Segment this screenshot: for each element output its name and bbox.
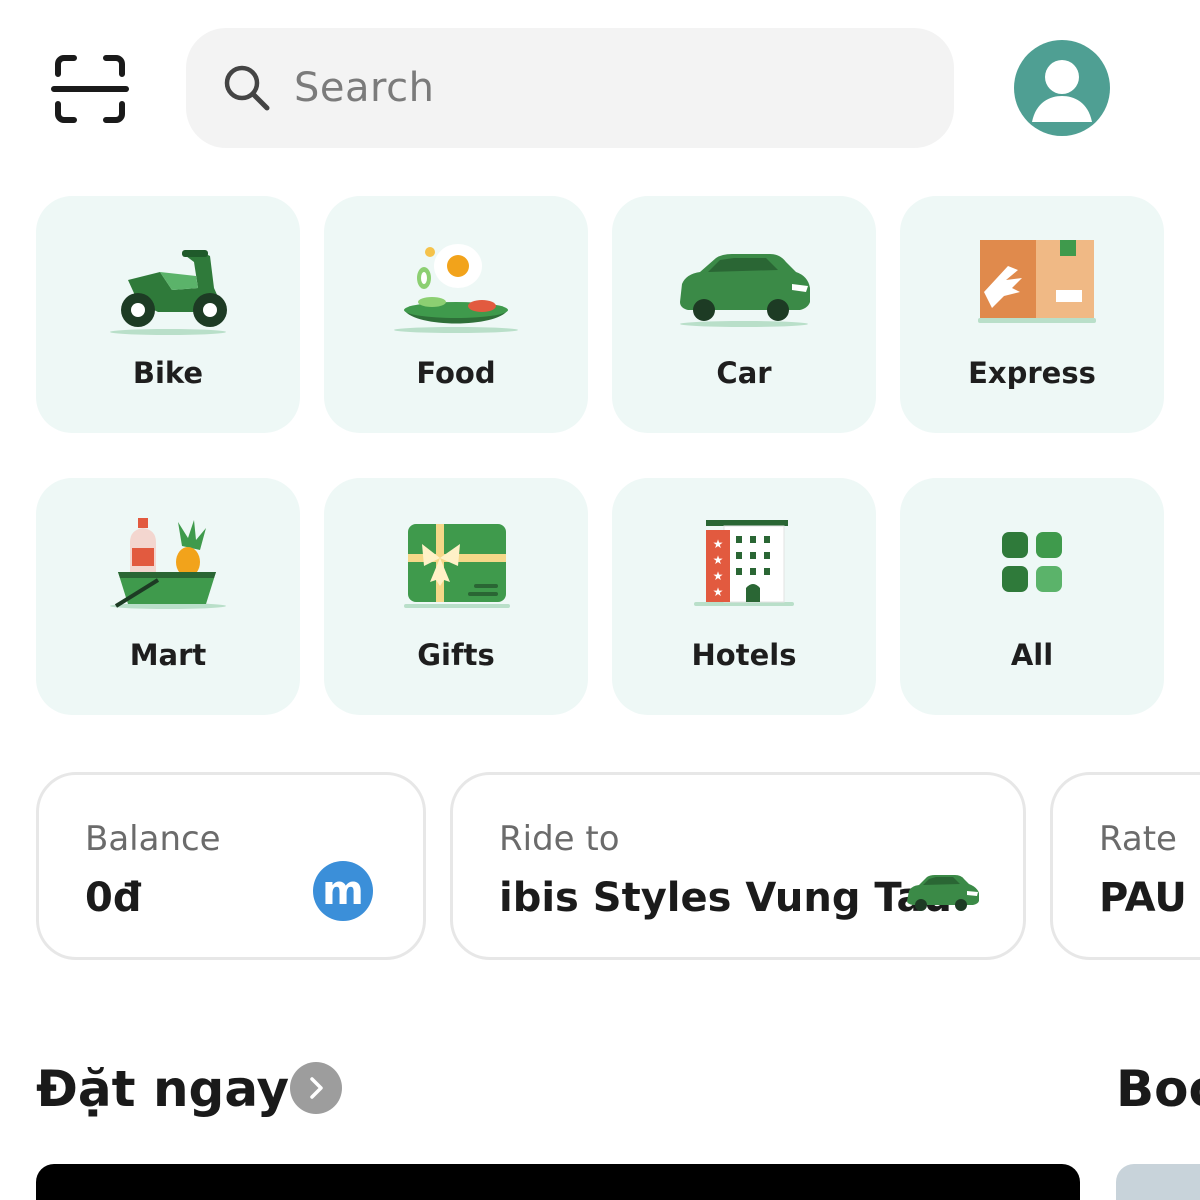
ride-caption: Ride to xyxy=(499,819,620,859)
ride-to-card[interactable]: Ride to ibis Styles Vung Tau xyxy=(450,772,1026,960)
grocery-basket-icon xyxy=(110,518,226,609)
svg-text:★: ★ xyxy=(713,537,724,551)
balance-value: 0đ xyxy=(85,875,142,921)
svg-text:★: ★ xyxy=(713,553,724,567)
section-title: Đặt ngay xyxy=(36,1060,290,1118)
wallet-m-icon: m xyxy=(313,861,373,921)
promo-banner-secondary[interactable] xyxy=(1116,1164,1200,1200)
tile-express[interactable]: Express xyxy=(900,196,1164,433)
section-title-secondary: Boo xyxy=(1116,1060,1200,1118)
grid-icon xyxy=(1002,532,1062,592)
tile-food[interactable]: Food xyxy=(324,196,588,433)
svg-text:★: ★ xyxy=(713,569,724,583)
promo-banner[interactable] xyxy=(36,1164,1080,1200)
balance-caption: Balance xyxy=(85,819,221,859)
ride-destination: ibis Styles Vung Tau xyxy=(499,875,953,921)
tile-mart[interactable]: Mart xyxy=(36,478,300,715)
tile-all[interactable]: All xyxy=(900,478,1164,715)
tile-label: Bike xyxy=(132,356,204,390)
balance-card[interactable]: Balance 0đ m xyxy=(36,772,426,960)
food-plate-icon xyxy=(394,244,518,333)
home-screen: Search Bike Food Car Express Mart Gifts … xyxy=(0,0,1200,1200)
tile-gifts[interactable]: Gifts xyxy=(324,478,588,715)
tile-label: Express xyxy=(968,356,1096,390)
chevron-right-icon xyxy=(310,1077,323,1099)
car-icon xyxy=(907,875,979,911)
tile-label: Car xyxy=(716,356,772,390)
svg-text:★: ★ xyxy=(713,585,724,599)
tile-car[interactable]: Car xyxy=(612,196,876,433)
tile-label: Mart xyxy=(129,638,207,672)
package-icon xyxy=(978,240,1096,323)
search-placeholder: Search xyxy=(294,65,435,111)
car-icon xyxy=(680,254,810,327)
user-icon xyxy=(1032,60,1092,122)
gift-card-icon xyxy=(404,524,510,608)
hotel-icon: ★ ★ ★ ★ xyxy=(694,520,794,606)
motorbike-icon xyxy=(110,250,227,335)
tile-label: All xyxy=(1010,638,1054,672)
tile-hotels[interactable]: ★ ★ ★ ★ Hotels xyxy=(612,478,876,715)
tile-label: Food xyxy=(416,356,496,390)
tile-label: Gifts xyxy=(417,638,495,672)
rate-value: PAU - xyxy=(1099,875,1200,921)
profile-avatar[interactable] xyxy=(1014,40,1110,136)
rate-card[interactable]: Rate PAU - xyxy=(1050,772,1200,960)
tile-label: Hotels xyxy=(691,638,797,672)
search-icon xyxy=(224,65,270,111)
scan-icon xyxy=(51,55,129,123)
search-bar[interactable]: Search xyxy=(186,28,954,148)
rate-caption: Rate xyxy=(1099,819,1177,859)
section-more-button[interactable] xyxy=(290,1062,342,1114)
tile-bike[interactable]: Bike xyxy=(36,196,300,433)
scan-button[interactable] xyxy=(50,52,130,126)
